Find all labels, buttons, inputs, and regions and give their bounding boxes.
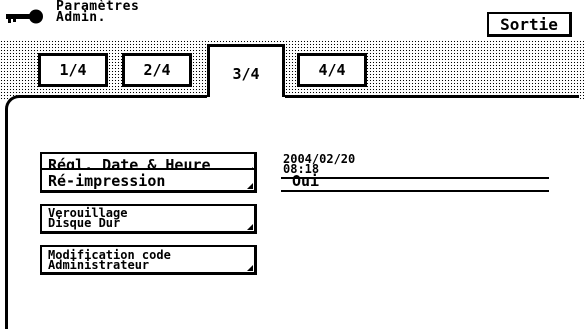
admin-code-button[interactable]: Modification code Administrateur: [40, 245, 257, 275]
key-icon: [6, 9, 43, 24]
reprint-value: Oui: [292, 172, 320, 190]
hdd-lock-button[interactable]: Verouillage Disque Dur: [40, 204, 257, 234]
tab-4-4[interactable]: 4/4: [297, 53, 367, 87]
tab-1-4[interactable]: 1/4: [38, 53, 108, 87]
reprint-button-label: Ré-impression: [48, 172, 166, 190]
hdd-lock-button-label: Verouillage Disque Dur: [48, 207, 127, 230]
tab-2-4[interactable]: 2/4: [122, 53, 192, 87]
date-time-value: 2004/02/20 08:18: [283, 153, 355, 175]
hdd-lock-line-2: Disque Dur: [48, 216, 121, 230]
reprint-button[interactable]: Ré-impression: [40, 168, 257, 193]
admin-code-button-label: Modification code Administrateur: [48, 249, 171, 271]
corner-mark: [247, 183, 253, 189]
exit-button[interactable]: Sortie: [487, 12, 572, 37]
tab-3-4[interactable]: 3/4: [207, 44, 285, 103]
reprint-underline: [281, 190, 549, 192]
page-title: Paramètres Admin.: [56, 0, 139, 24]
corner-mark: [247, 224, 253, 230]
date-time-underline: [281, 177, 549, 179]
corner-mark: [247, 265, 253, 271]
